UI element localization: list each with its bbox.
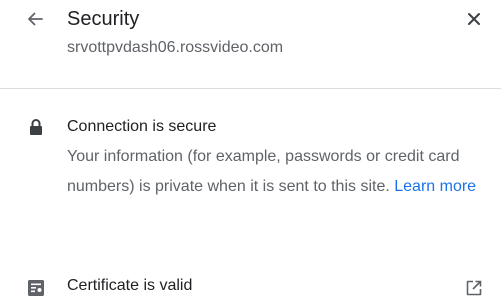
- back-button[interactable]: [22, 6, 48, 32]
- learn-more-link[interactable]: Learn more: [394, 178, 476, 195]
- page-title: Security: [67, 8, 140, 30]
- security-header: Security srvottpvdash06.rossvideo.com: [0, 0, 501, 88]
- open-external-icon[interactable]: [465, 279, 483, 297]
- certificate-icon: [28, 280, 44, 296]
- close-button[interactable]: [463, 8, 485, 30]
- divider: [0, 88, 501, 89]
- lock-icon: [30, 119, 42, 135]
- site-hostname: srvottpvdash06.rossvideo.com: [67, 39, 284, 56]
- close-icon: [468, 13, 480, 25]
- connection-description: Your information (for example, passwords…: [67, 142, 477, 202]
- certificate-label: Certificate is valid: [67, 277, 193, 294]
- arrow-back-icon: [28, 12, 43, 26]
- certificate-row[interactable]: Certificate is valid: [0, 271, 501, 301]
- connection-status-title: Connection is secure: [67, 118, 217, 135]
